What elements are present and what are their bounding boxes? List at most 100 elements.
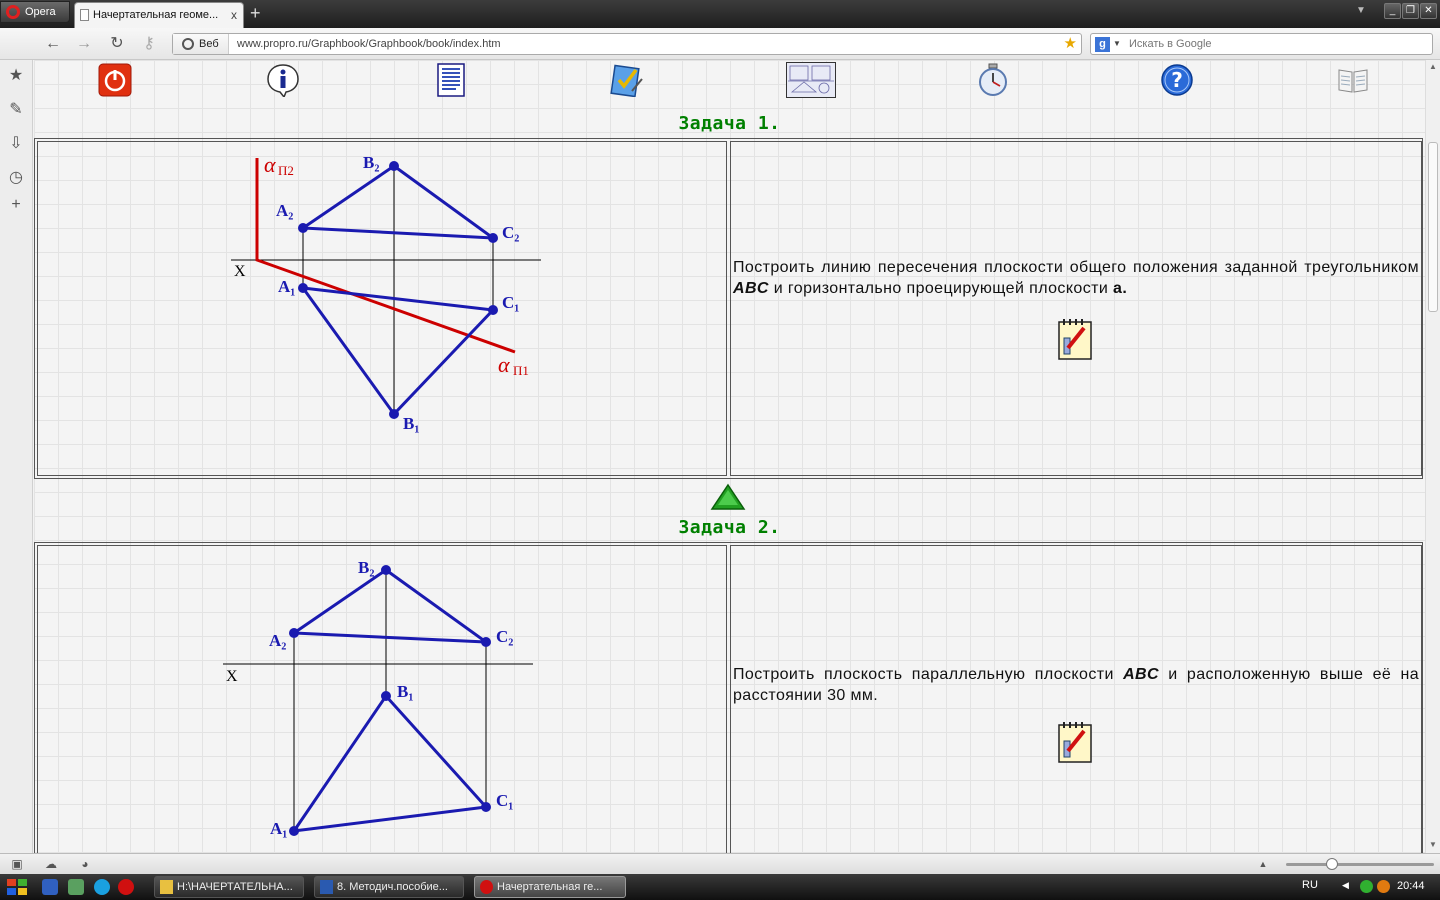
document-icon[interactable] bbox=[434, 63, 468, 97]
zoom-up-icon[interactable]: ▲ bbox=[1256, 857, 1270, 871]
tab-close-icon[interactable]: x bbox=[231, 3, 237, 27]
add-panel-icon[interactable]: + bbox=[6, 195, 26, 215]
downloads-icon[interactable]: ⇩ bbox=[6, 134, 26, 154]
tray-check-icon[interactable] bbox=[1360, 880, 1373, 893]
task-1-drawing-cell: B₂ A₂ C₂ A₁ C₁ B₁ X α П2 α П1 bbox=[37, 141, 727, 476]
skype-icon[interactable] bbox=[94, 879, 110, 895]
opera-logo-icon bbox=[6, 5, 20, 19]
book-icon[interactable] bbox=[1336, 63, 1370, 97]
label-b2: B₂ bbox=[358, 558, 374, 577]
task-1-description: Построить линию пересечения плоскости об… bbox=[733, 257, 1419, 299]
browser-tab[interactable]: Начертательная геоме... x bbox=[74, 2, 244, 28]
triangle-abc-frontal bbox=[289, 568, 491, 644]
task-1-drawing: B₂ A₂ C₂ A₁ C₁ B₁ X α П2 α П1 bbox=[231, 152, 541, 433]
point-a2 bbox=[289, 628, 299, 638]
address-url[interactable]: www.propro.ru/Graphbook/Graphbook/book/i… bbox=[237, 34, 501, 54]
opera-menu-button[interactable]: Opera bbox=[0, 1, 70, 23]
taskbar-clock: 20:44 bbox=[1397, 880, 1425, 892]
point-c1 bbox=[488, 305, 498, 315]
plane-alpha-trace bbox=[255, 158, 516, 354]
address-bar[interactable]: Веб www.propro.ru/Graphbook/Graphbook/bo… bbox=[172, 33, 1082, 55]
scroll-down-arrow-icon[interactable]: ▼ bbox=[1428, 840, 1438, 849]
tab-list-chevron-icon[interactable]: ▼ bbox=[1356, 5, 1366, 16]
triangle-abc-frontal bbox=[298, 164, 498, 240]
tray-expand-icon[interactable]: ◀ bbox=[1342, 880, 1349, 891]
scroll-up-arrow-icon[interactable]: ▲ bbox=[1428, 62, 1438, 71]
task-2-abc: ABC bbox=[1123, 666, 1159, 683]
label-c2: C₂ bbox=[496, 627, 513, 646]
address-mode-badge[interactable]: Веб bbox=[173, 34, 229, 54]
cloud-icon[interactable]: ☁ bbox=[44, 857, 58, 871]
help-icon[interactable]: ? bbox=[1160, 63, 1194, 97]
restore-button[interactable]: ❐ bbox=[1402, 3, 1419, 19]
zoom-slider-knob[interactable] bbox=[1326, 858, 1338, 870]
task-1-alpha: a. bbox=[1113, 280, 1128, 297]
stopwatch-icon[interactable] bbox=[976, 63, 1010, 97]
label-alpha-p1: α bbox=[498, 352, 510, 377]
scroll-up-triangle-icon[interactable] bbox=[710, 483, 746, 511]
tray-update-icon[interactable] bbox=[1377, 880, 1390, 893]
taskbar-item-label: Начертательная ге... bbox=[497, 881, 603, 893]
opera-menu-label: Opera bbox=[25, 6, 56, 18]
taskbar-item-opera[interactable]: Начертательная ге... bbox=[474, 876, 626, 898]
chevron-down-icon[interactable]: ▼ bbox=[1113, 34, 1121, 54]
svg-text:?: ? bbox=[1171, 68, 1183, 92]
zoom-slider[interactable] bbox=[1286, 858, 1434, 870]
launcher-icon[interactable] bbox=[68, 879, 84, 895]
task-2-description: Построить плоскость параллельную плоскос… bbox=[733, 664, 1419, 706]
point-b1 bbox=[381, 691, 391, 701]
folder-icon bbox=[160, 880, 173, 894]
globe-icon bbox=[182, 38, 194, 50]
solution-notepad-icon[interactable] bbox=[1058, 318, 1092, 360]
point-c2 bbox=[481, 637, 491, 647]
label-a2: A₂ bbox=[269, 631, 286, 650]
search-box[interactable]: g ▼ bbox=[1090, 33, 1433, 55]
task-1-text-end: и горизонтально проецирующей плоскости bbox=[768, 280, 1114, 297]
power-icon[interactable] bbox=[98, 63, 132, 97]
bookmark-star-icon[interactable]: ★ bbox=[1064, 34, 1077, 54]
taskbar-item-label: 8. Методич.пособие... bbox=[337, 881, 448, 893]
task-1-abc: ABC bbox=[733, 280, 769, 297]
info-icon[interactable] bbox=[266, 63, 300, 97]
point-a2 bbox=[298, 223, 308, 233]
point-c1 bbox=[481, 802, 491, 812]
desktop-icon[interactable] bbox=[42, 879, 58, 895]
triangle-abc-horizontal bbox=[290, 693, 490, 833]
panel-toggle-icon[interactable]: ▣ bbox=[10, 857, 24, 871]
back-arrow-icon[interactable]: ← bbox=[42, 33, 64, 55]
task-2-box: B₂ A₂ C₂ B₁ A₁ C₁ X Построить плоскость … bbox=[34, 542, 1423, 853]
new-tab-button[interactable]: + bbox=[250, 3, 261, 23]
start-windows-icon[interactable] bbox=[5, 877, 29, 897]
language-indicator[interactable]: RU bbox=[1302, 879, 1318, 891]
speed-dial-icon[interactable]: ◕ bbox=[78, 857, 92, 871]
word-icon bbox=[320, 880, 333, 894]
google-icon[interactable]: g bbox=[1095, 37, 1110, 52]
vertical-scrollbar[interactable]: ▲ ▼ bbox=[1425, 60, 1440, 853]
task-2-text-cell: Построить плоскость параллельную плоскос… bbox=[730, 545, 1422, 853]
page-content: ? Задача 1. B₂ A₂ C₂ A₁ C₁ B₁ X α П2 α П… bbox=[34, 60, 1425, 853]
drawing-icon[interactable] bbox=[786, 62, 836, 98]
history-clock-icon[interactable]: ◷ bbox=[6, 168, 26, 188]
page-icon bbox=[80, 9, 89, 21]
bookmarks-star-icon[interactable]: ★ bbox=[6, 66, 26, 86]
label-alpha-p2: α bbox=[264, 152, 276, 177]
search-input[interactable] bbox=[1129, 35, 1419, 53]
label-a2: A₂ bbox=[276, 201, 293, 220]
point-b2 bbox=[381, 565, 391, 575]
close-window-button[interactable]: ✕ bbox=[1420, 3, 1437, 19]
checklist-icon[interactable] bbox=[610, 63, 644, 97]
scrollbar-thumb[interactable] bbox=[1428, 142, 1438, 312]
label-x: X bbox=[234, 263, 246, 280]
task-2-drawing: B₂ A₂ C₂ B₁ A₁ C₁ X bbox=[223, 558, 533, 838]
reload-icon[interactable]: ↻ bbox=[106, 33, 128, 55]
opera-taskbar-icon[interactable] bbox=[118, 879, 134, 895]
minimize-button[interactable]: _ bbox=[1384, 3, 1401, 19]
taskbar-item-word[interactable]: 8. Методич.пособие... bbox=[314, 876, 464, 898]
notes-icon[interactable]: ✎ bbox=[6, 100, 26, 120]
forward-arrow-icon[interactable]: → bbox=[73, 33, 95, 55]
key-icon[interactable]: ⚷ bbox=[138, 33, 160, 55]
point-c2 bbox=[488, 233, 498, 243]
taskbar-item-folder[interactable]: H:\НАЧЕРТАТЕЛЬНА... bbox=[154, 876, 304, 898]
solution-notepad-icon[interactable] bbox=[1058, 721, 1092, 763]
status-bar: ▣ ☁ ◕ ▲ bbox=[0, 853, 1440, 874]
